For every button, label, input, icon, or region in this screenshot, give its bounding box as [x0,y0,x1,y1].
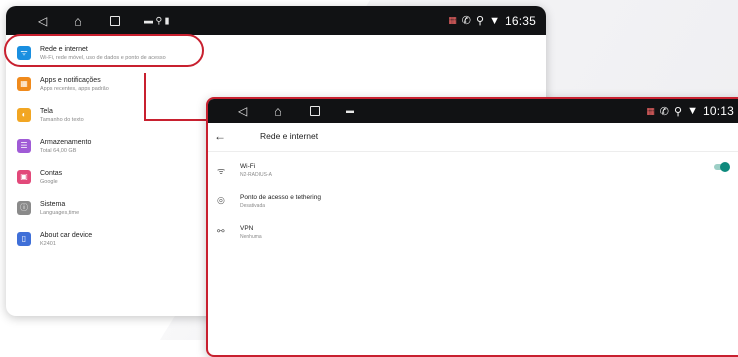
system-info-icon: ⓘ [17,201,31,215]
storage-icon: ☰ [17,139,31,153]
network-row[interactable]: ᯤ Wi-Fi N2-RADIUS-A [208,155,738,186]
accounts-icon: ▣ [17,170,31,184]
network-row-title: Ponto de acesso e tethering [240,194,321,201]
recents-nav-icon[interactable] [310,106,320,116]
status-bar: ◁ ⌂ ▬ ▦ ✆ ⚲ ▼ 10:13 [208,99,738,123]
settings-item-subtitle: Apps recentes, apps padrão [40,86,109,92]
clock: 16:35 [504,13,536,28]
back-nav-icon[interactable]: ◁ [238,105,247,117]
arrow-back-icon[interactable]: ← [214,129,226,143]
app-toolbar: ← Rede e internet [208,123,738,152]
connector-line [144,73,146,121]
location-icon: ⚲ [476,15,485,27]
settings-item-subtitle: K2401 [40,241,56,247]
network-row[interactable]: ⚯ VPN Nenhuma [208,217,738,248]
settings-item[interactable]: ▦ Apps e notificações Apps recentes, apps … [6,69,546,100]
recents-nav-icon[interactable] [110,15,120,26]
call-icon: ✆ [659,105,670,118]
network-screen: ◁ ⌂ ▬ ▦ ✆ ⚲ ▼ 10:13 ← Rede e internet ᯤ W… [206,97,738,357]
display-icon: ◐ [17,108,31,122]
network-row-subtitle: Desativada [240,203,266,209]
back-nav-icon[interactable]: ◁ [38,15,47,27]
wifi-status-icon: ▼ [687,105,698,117]
settings-item-title: Armazenamento [40,139,92,146]
settings-item-title: About car device [40,232,93,239]
vpn-icon: ⚯ [217,226,225,236]
settings-item-title: Contas [40,170,63,177]
status-right: ▦ ✆ ⚲ ▼ 10:13 [646,104,734,118]
wifi-icon: ᯤ [217,166,226,176]
wifi-toggle[interactable] [714,162,730,172]
page-title: Rede e internet [260,131,319,141]
highlight-rede-e-internet [4,34,204,67]
network-list: ᯤ Wi-Fi N2-RADIUS-A ◎ Ponto de acesso e teth… [208,152,738,248]
status-bar: ◁ ⌂ ▬ ⚲ ▮ ▦ ✆ ⚲ ▼ 16:35 [6,6,546,35]
signal-icon: ▦ [448,15,457,25]
network-row[interactable]: ◎ Ponto de acesso e tethering Desativada [208,186,738,217]
settings-item-subtitle: Tamanho do texto [40,117,84,123]
hotspot-icon: ◎ [217,195,225,205]
connector-line-horizontal [144,119,208,121]
signal-icon: ▦ [646,105,655,116]
network-row-title: Wi-Fi [240,163,256,170]
settings-item-title: Sistema [40,201,66,208]
settings-item-title: Tela [40,108,53,115]
network-row-subtitle: N2-RADIUS-A [240,172,272,178]
status-right: ▦ ✆ ⚲ ▼ 16:35 [448,14,536,28]
clock: 10:13 [702,104,734,118]
settings-item-subtitle: Total 64,00 GB [40,148,77,154]
notification-icons: ▬ ⚲ ▮ [144,15,170,25]
settings-item-subtitle: Languages,time [40,210,80,216]
home-nav-icon[interactable]: ⌂ [274,105,282,118]
network-row-title: VPN [240,225,254,232]
settings-item-title: Apps e notificações [40,77,101,84]
settings-item-subtitle: Google [40,179,58,185]
network-row-subtitle: Nenhuma [240,234,262,240]
wifi-status-icon: ▼ [489,14,500,27]
home-nav-icon[interactable]: ⌂ [74,14,82,27]
call-icon: ✆ [461,15,472,27]
phone-icon: ▯ [17,232,31,246]
notification-icon: ▬ [346,106,354,115]
apps-icon: ▦ [17,77,31,91]
location-icon: ⚲ [674,105,683,118]
